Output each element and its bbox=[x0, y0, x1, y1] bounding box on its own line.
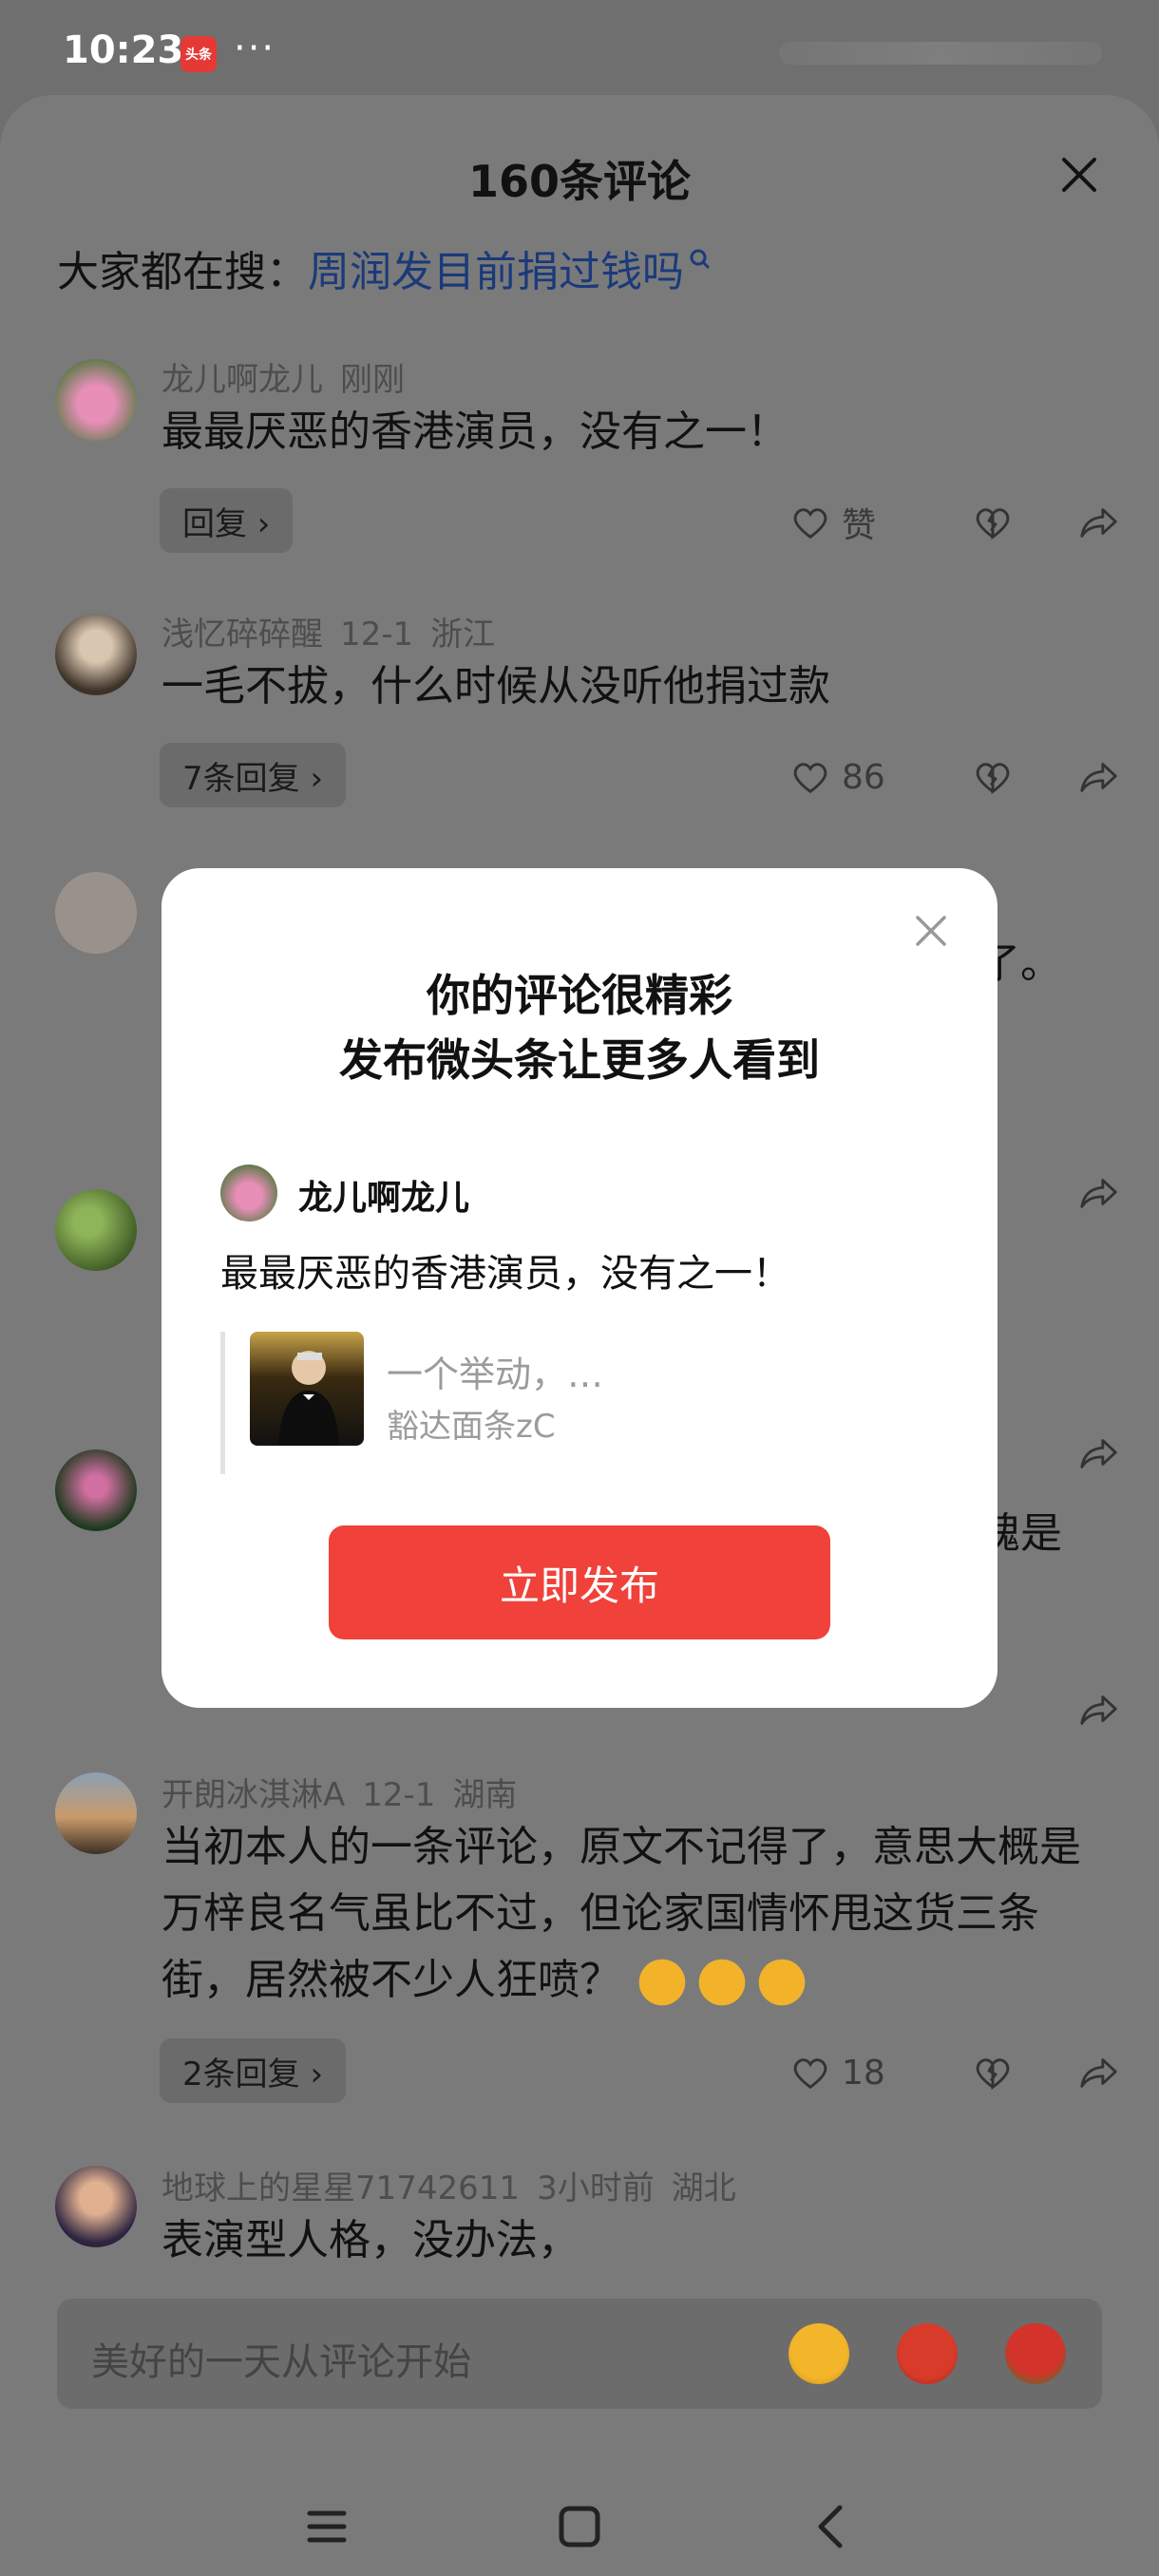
home-icon[interactable] bbox=[551, 2498, 608, 2555]
article-thumbnail bbox=[250, 1332, 364, 1446]
comment-actions: 86 bbox=[788, 748, 1121, 805]
publish-prompt-dialog: 你的评论很精彩 发布微头条让更多人看到 龙儿啊龙儿 最最厌恶的香港演员，没有之一… bbox=[162, 868, 998, 1708]
close-icon[interactable] bbox=[1056, 152, 1102, 198]
close-icon[interactable] bbox=[910, 910, 952, 952]
share-icon bbox=[1080, 508, 1117, 538]
share-button[interactable] bbox=[1045, 1171, 1121, 1215]
share-button[interactable] bbox=[1045, 755, 1121, 799]
dislike-button[interactable] bbox=[940, 2051, 1045, 2094]
reply-button[interactable]: 2条回复 › bbox=[160, 2038, 347, 2103]
share-button[interactable] bbox=[1045, 2051, 1121, 2094]
share-button[interactable] bbox=[1045, 1431, 1121, 1475]
comment-user[interactable]: 龙儿啊龙儿 bbox=[162, 361, 323, 399]
reply-button[interactable]: 7条回复 › bbox=[160, 743, 347, 807]
dialog-title-line1: 你的评论很精彩 bbox=[427, 970, 732, 1021]
comment-text: 最最厌恶的香港演员，没有之一！ bbox=[162, 407, 788, 456]
share-button[interactable] bbox=[1045, 1688, 1121, 1732]
comment-text: 表演型人格，没办法， bbox=[162, 2216, 580, 2264]
comment-user[interactable]: 地球上的星星71742611 bbox=[162, 2169, 520, 2207]
system-nav-bar bbox=[0, 2460, 1159, 2576]
emoji-shortcut-icon[interactable] bbox=[897, 2323, 958, 2384]
like-button[interactable]: 86 bbox=[788, 755, 940, 799]
comment-user[interactable]: 浅忆碎碎醒 bbox=[162, 616, 323, 653]
broken-heart-icon bbox=[976, 763, 1010, 795]
comment-meta: 开朗冰淇淋A 12-1 湖南 bbox=[162, 1769, 534, 1815]
share-icon bbox=[1080, 2058, 1117, 2088]
like-button[interactable]: 18 bbox=[788, 2051, 940, 2094]
dislike-button[interactable] bbox=[940, 501, 1045, 544]
avatar[interactable] bbox=[55, 359, 137, 441]
like-count: 18 bbox=[842, 2053, 885, 2093]
article-source: 豁达面条zC bbox=[387, 1408, 556, 1446]
search-icon bbox=[688, 237, 712, 286]
back-icon[interactable] bbox=[804, 2498, 861, 2555]
share-icon bbox=[1080, 763, 1117, 792]
emoji-shortcut-icon[interactable] bbox=[788, 2323, 849, 2384]
comment-actions bbox=[1045, 1165, 1121, 1222]
avatar[interactable] bbox=[55, 1449, 137, 1531]
dialog-title: 你的评论很精彩 发布微头条让更多人看到 bbox=[162, 963, 998, 1092]
comment-input-bar[interactable]: 美好的一天从评论开始 bbox=[57, 2299, 1102, 2409]
comment-meta: 龙儿啊龙儿 刚刚 bbox=[162, 353, 422, 400]
status-right-indicators bbox=[779, 42, 1102, 65]
dialog-username: 龙儿啊龙儿 bbox=[298, 1179, 470, 1218]
comment-location: 湖南 bbox=[452, 1776, 518, 1814]
dialog-comment-text: 最最厌恶的香港演员，没有之一！ bbox=[220, 1252, 790, 1296]
broken-heart-icon bbox=[976, 2058, 1010, 2091]
heart-icon bbox=[793, 2058, 827, 2090]
comment-text-body: 当初本人的一条评论，原文不记得了，意思大概是万梓良名气虽比不过，但论家国情怀甩这… bbox=[162, 1823, 1081, 2004]
article-title: 一个举动，… bbox=[387, 1354, 604, 1395]
comment-actions bbox=[1045, 1681, 1121, 1738]
sheet-title: 160条评论 bbox=[467, 156, 692, 207]
share-icon bbox=[1080, 1439, 1117, 1468]
publish-button[interactable]: 立即发布 bbox=[329, 1525, 830, 1639]
share-button[interactable] bbox=[1045, 501, 1121, 544]
dislike-button[interactable] bbox=[940, 755, 1045, 799]
comment-time: 12-1 bbox=[340, 616, 414, 653]
avatar[interactable] bbox=[55, 614, 137, 695]
comment-actions bbox=[1045, 1425, 1121, 1482]
share-icon bbox=[1080, 1179, 1117, 1208]
heart-icon bbox=[793, 508, 827, 540]
comment-location: 浙江 bbox=[430, 616, 496, 653]
reply-button[interactable]: 回复 › bbox=[160, 488, 294, 553]
avatar[interactable] bbox=[55, 2166, 137, 2247]
heart-icon bbox=[793, 763, 827, 794]
avatar[interactable] bbox=[55, 872, 137, 954]
menu-icon[interactable] bbox=[298, 2498, 355, 2555]
quoted-article: 一个举动，… 豁达面条zC bbox=[220, 1332, 923, 1474]
dialog-title-line2: 发布微头条让更多人看到 bbox=[339, 1034, 820, 1086]
comment-actions: 18 bbox=[788, 2044, 1121, 2101]
emoji-shortcut-icon[interactable] bbox=[1005, 2323, 1066, 2384]
comment-location: 湖北 bbox=[671, 2169, 736, 2207]
comment-time: 12-1 bbox=[362, 1776, 436, 1814]
broken-heart-icon bbox=[976, 508, 1010, 540]
comment-time: 3小时前 bbox=[537, 2169, 655, 2207]
search-prefix: 大家都在搜： bbox=[57, 248, 308, 296]
comment-text: 一毛不拔，什么时候从没听他捐过款 bbox=[162, 662, 830, 710]
avatar[interactable] bbox=[55, 1772, 137, 1854]
status-bar: 10:23 头条 ··· bbox=[0, 0, 1159, 104]
search-suggestion[interactable]: 大家都在搜：周润发目前捐过钱吗 bbox=[57, 237, 712, 298]
status-time: 10:23 bbox=[63, 28, 184, 72]
comment-actions: 赞 bbox=[788, 494, 1121, 551]
toutiao-app-icon: 头条 bbox=[180, 36, 217, 72]
like-button[interactable]: 赞 bbox=[788, 498, 940, 547]
comment-input-placeholder[interactable]: 美好的一天从评论开始 bbox=[91, 2331, 471, 2386]
laughing-emoji-icon bbox=[627, 1957, 806, 2008]
search-term-link[interactable]: 周润发目前捐过钱吗 bbox=[308, 248, 684, 296]
share-icon bbox=[1080, 1695, 1117, 1725]
like-count: 赞 bbox=[842, 506, 877, 545]
more-dots-icon: ··· bbox=[234, 27, 276, 70]
avatar bbox=[220, 1165, 277, 1222]
comment-meta: 浅忆碎碎醒 12-1 浙江 bbox=[162, 608, 512, 654]
comment-text: 当初本人的一条评论，原文不记得了，意思大概是万梓良名气虽比不过，但论家国情怀甩这… bbox=[162, 1814, 1083, 2014]
comment-time: 刚刚 bbox=[340, 361, 405, 399]
avatar[interactable] bbox=[55, 1189, 137, 1271]
comment-meta: 地球上的星星71742611 3小时前 湖北 bbox=[162, 2162, 753, 2208]
comment-user[interactable]: 开朗冰淇淋A bbox=[162, 1776, 345, 1814]
like-count: 86 bbox=[842, 757, 885, 797]
